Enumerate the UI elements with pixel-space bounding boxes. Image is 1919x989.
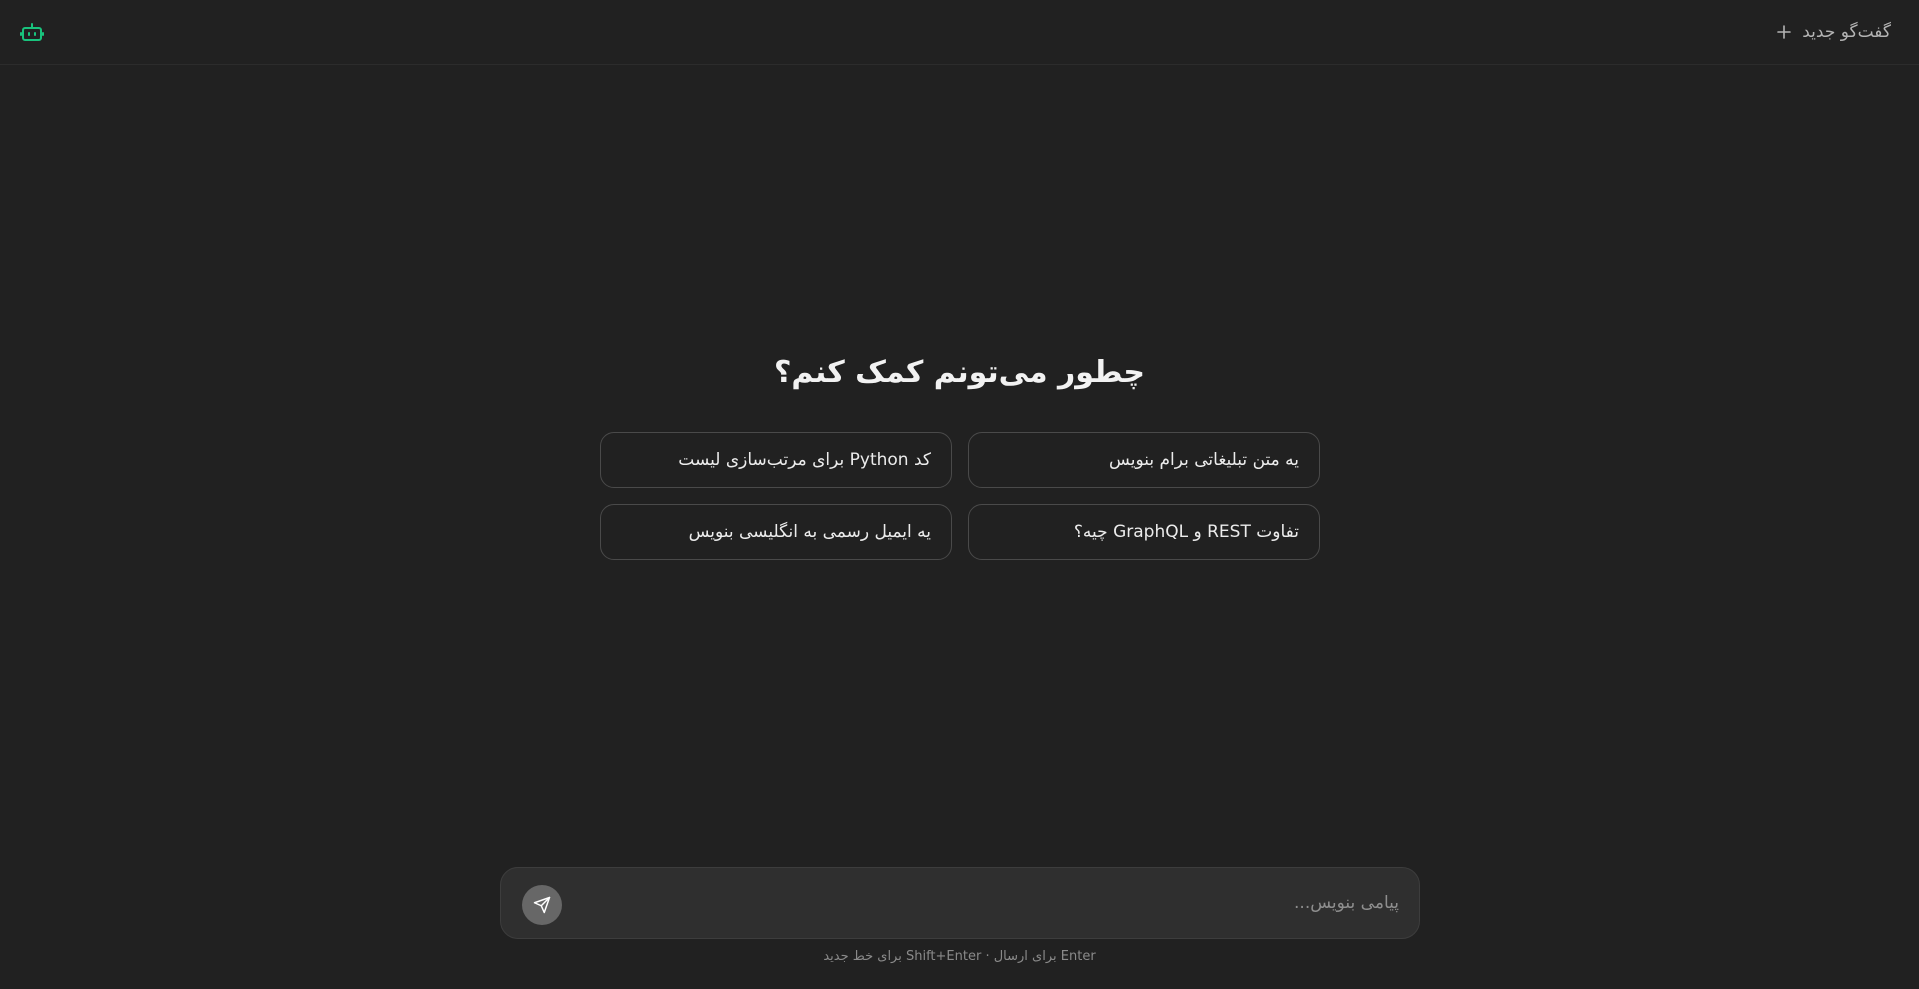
robot-icon[interactable]	[20, 20, 44, 44]
suggestion-card[interactable]: یه ایمیل رسمی به انگلیسی بنویس	[600, 504, 952, 560]
new-chat-label: گفت‌گو جدید	[1802, 22, 1891, 42]
message-input[interactable]	[601, 868, 1401, 938]
send-icon	[533, 896, 551, 914]
new-chat-button[interactable]: گفت‌گو جدید	[1776, 17, 1891, 47]
page-title: چطور می‌تونم کمک کنم؟	[774, 355, 1145, 390]
suggestion-grid: یه متن تبلیغاتی برام بنویس کد Python برا…	[600, 432, 1320, 560]
top-bar: گفت‌گو جدید	[0, 0, 1919, 65]
send-button[interactable]	[522, 885, 562, 925]
suggestion-card[interactable]: تفاوت REST و GraphQL چیه؟	[968, 504, 1320, 560]
plus-icon	[1776, 24, 1792, 40]
suggestion-card[interactable]: یه متن تبلیغاتی برام بنویس	[968, 432, 1320, 488]
keyboard-hint: Enter برای ارسال · Shift+Enter برای خط ج…	[823, 949, 1096, 964]
suggestion-card[interactable]: کد Python برای مرتب‌سازی لیست	[600, 432, 952, 488]
message-composer	[500, 867, 1420, 939]
